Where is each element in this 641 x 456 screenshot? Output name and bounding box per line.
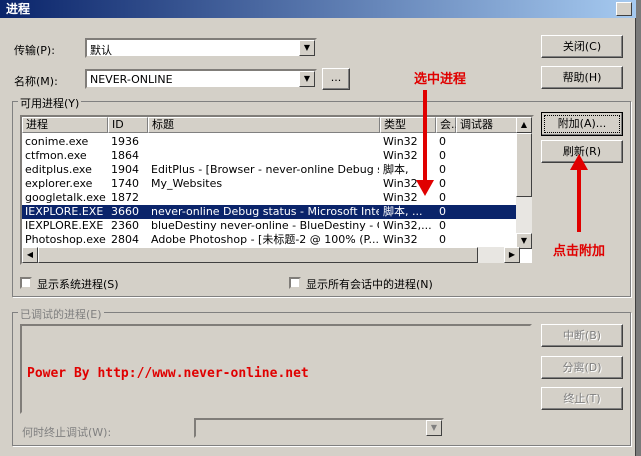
- cell-type: 脚本,: [383, 163, 409, 176]
- break-button[interactable]: 中断(B): [541, 324, 623, 347]
- chevron-down-icon[interactable]: ▼: [299, 40, 315, 56]
- chevron-down-icon[interactable]: ▼: [426, 420, 442, 436]
- transport-label: 传输(P):: [14, 44, 55, 57]
- process-row[interactable]: IEXPLORE.EXE 2360 blueDestiny never-online…: [22, 219, 520, 233]
- column-header-type[interactable]: 类型: [380, 117, 436, 133]
- cell-process: editplus.exe: [25, 163, 92, 176]
- detach-button[interactable]: 分离(D): [541, 356, 623, 379]
- background-window-edge: [636, 0, 641, 456]
- process-row[interactable]: editplus.exe 1904 EditPlus - [Browser - ne…: [22, 163, 520, 177]
- show-all-sessions-label: 显示所有会话中的进程(N): [306, 278, 433, 291]
- column-header-id[interactable]: ID: [108, 117, 148, 133]
- name-value: NEVER-ONLINE: [90, 73, 173, 86]
- cell-session: 0: [439, 149, 446, 162]
- available-processes-title: 可用进程(Y): [18, 95, 82, 111]
- select-process-annotation: 选中进程: [414, 72, 467, 87]
- chevron-down-icon[interactable]: ▼: [299, 71, 315, 87]
- cell-id: 1864: [111, 149, 139, 162]
- when-done-select[interactable]: ▼: [194, 418, 444, 438]
- cell-process: IEXPLORE.EXE: [25, 219, 104, 232]
- cell-id: 1872: [111, 191, 139, 204]
- cell-id: 2360: [111, 219, 139, 232]
- help-button[interactable]: 帮助(H): [541, 66, 623, 89]
- show-system-label: 显示系统进程(S): [37, 278, 119, 291]
- cell-session: 0: [439, 233, 446, 246]
- close-button[interactable]: 关闭(C): [541, 35, 623, 58]
- transport-value: 默认: [90, 44, 112, 57]
- cell-type: 脚本, ...: [383, 205, 423, 218]
- terminate-button[interactable]: 终止(T): [541, 387, 623, 410]
- process-row[interactable]: explorer.exe 1740 My_Websites Win32 0: [22, 177, 520, 191]
- cell-process: ctfmon.exe: [25, 149, 87, 162]
- cell-type: Win32: [383, 135, 418, 148]
- cell-id: 2804: [111, 233, 139, 246]
- process-row[interactable]: conime.exe 1936 Win32 0: [22, 135, 520, 149]
- show-system-checkbox[interactable]: [20, 277, 32, 289]
- cell-title: blueDestiny never-online - BlueDestiny -…: [151, 219, 379, 232]
- cell-id: 3660: [111, 205, 139, 218]
- process-row[interactable]: Photoshop.exe 2804 Adobe Photoshop - [未标题-…: [22, 233, 520, 247]
- cell-process: conime.exe: [25, 135, 89, 148]
- show-all-sessions-checkbox[interactable]: [289, 277, 301, 289]
- close-icon[interactable]: [616, 2, 632, 16]
- process-row[interactable]: IEXPLORE.EXE 3660 never-online Debug statu…: [22, 205, 520, 219]
- title-bar: 进程: [0, 0, 636, 18]
- cell-title: never-online Debug status - Microsoft In…: [151, 205, 379, 218]
- horizontal-scrollbar[interactable]: ◀ ▶: [22, 247, 520, 263]
- cell-session: 0: [439, 177, 446, 190]
- attach-button[interactable]: 附加(A)...: [541, 112, 623, 136]
- cell-process: explorer.exe: [25, 177, 93, 190]
- cell-session: 0: [439, 205, 446, 218]
- column-header-process[interactable]: 进程: [22, 117, 108, 133]
- cell-session: 0: [439, 163, 446, 176]
- transport-select[interactable]: 默认 ▼: [85, 38, 317, 58]
- power-by-text: Power By http://www.never-online.net: [27, 366, 309, 381]
- process-list[interactable]: 进程 ID 标题 类型 会... 调试器 conime.exe 1936 Win32…: [20, 115, 534, 265]
- cell-id: 1904: [111, 163, 139, 176]
- process-row[interactable]: googletalk.exe 1872 Win32 0: [22, 191, 520, 205]
- cell-type: Win32: [383, 149, 418, 162]
- cell-id: 1936: [111, 135, 139, 148]
- cell-session: 0: [439, 135, 446, 148]
- when-done-label: 何时终止调试(W):: [22, 426, 112, 439]
- scroll-left-icon[interactable]: ◀: [22, 247, 38, 263]
- scroll-right-icon[interactable]: ▶: [504, 247, 520, 263]
- debugged-processes-title: 已调试的进程(E): [18, 306, 104, 322]
- horizontal-scroll-thumb[interactable]: [38, 247, 478, 263]
- browse-button[interactable]: ...: [322, 68, 350, 90]
- cell-process: Photoshop.exe: [25, 233, 106, 246]
- cell-title: EditPlus - [Browser - never-online Debug…: [151, 163, 379, 176]
- vertical-scrollbar[interactable]: ▲ ▼: [516, 117, 532, 249]
- vertical-scroll-thumb[interactable]: [516, 133, 532, 197]
- column-header-session[interactable]: 会...: [436, 117, 462, 133]
- cell-session: 0: [439, 191, 446, 204]
- column-header-debugger[interactable]: 调试器: [456, 117, 520, 133]
- column-header-title[interactable]: 标题: [148, 117, 380, 133]
- cell-title: My_Websites: [151, 177, 223, 190]
- cell-type: Win32: [383, 177, 418, 190]
- cell-type: Win32: [383, 233, 418, 246]
- cell-title: Adobe Photoshop - [未标题-2 @ 100% (P...: [151, 233, 379, 246]
- cell-session: 0: [439, 219, 446, 232]
- refresh-button[interactable]: 刷新(R): [541, 140, 623, 163]
- name-label: 名称(M):: [14, 75, 58, 88]
- process-row[interactable]: ctfmon.exe 1864 Win32 0: [22, 149, 520, 163]
- cell-id: 1740: [111, 177, 139, 190]
- cell-process: googletalk.exe: [25, 191, 106, 204]
- name-select[interactable]: NEVER-ONLINE ▼: [85, 69, 317, 89]
- scroll-up-icon[interactable]: ▲: [516, 117, 532, 133]
- cell-type: Win32,...: [383, 219, 432, 232]
- window-title: 进程: [6, 2, 31, 16]
- cell-process: IEXPLORE.EXE: [25, 205, 104, 218]
- process-dialog: 进程 传输(P): 默认 ▼ 名称(M): NEVER-ONLINE ▼ ...…: [0, 0, 636, 456]
- cell-type: Win32: [383, 191, 418, 204]
- click-attach-annotation: 点击附加: [553, 244, 606, 259]
